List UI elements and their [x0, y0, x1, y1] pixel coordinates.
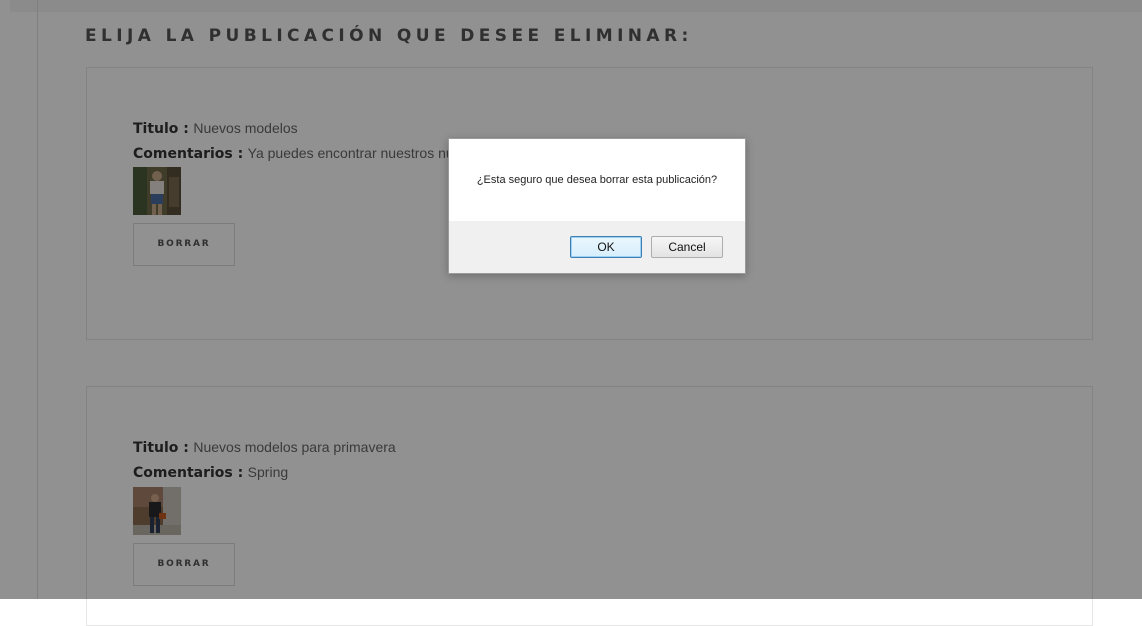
dialog-footer: OK Cancel: [449, 221, 745, 273]
confirm-dialog: ¿Esta seguro que desea borrar esta publi…: [448, 138, 746, 274]
cancel-button[interactable]: Cancel: [651, 236, 723, 258]
ok-button[interactable]: OK: [570, 236, 642, 258]
dialog-message: ¿Esta seguro que desea borrar esta publi…: [476, 174, 718, 186]
modal-overlay: [0, 0, 1142, 599]
